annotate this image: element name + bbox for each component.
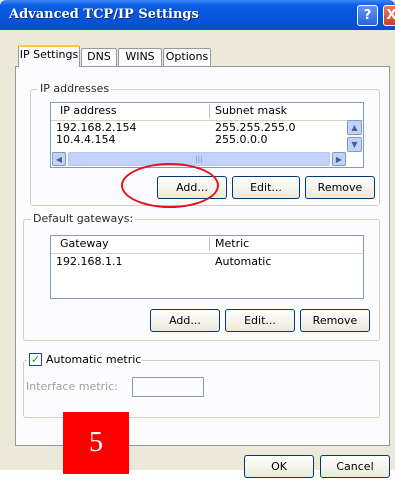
cancel-button[interactable]: Cancel xyxy=(320,455,390,478)
tab-label: IP Settings xyxy=(19,48,79,61)
automatic-metric-toggle[interactable]: ✓ Automatic metric xyxy=(27,353,141,367)
tab-wins[interactable]: WINS xyxy=(118,48,162,66)
gateway-add-button[interactable]: Add... xyxy=(150,309,220,332)
scroll-down-icon[interactable]: ▼ xyxy=(347,137,362,152)
gateway-column-header[interactable]: Gateway xyxy=(60,237,109,250)
automatic-metric-group: ✓ Automatic metric Interface metric: xyxy=(23,353,380,418)
button-label: Cancel xyxy=(336,460,374,473)
help-icon: ? xyxy=(363,8,372,23)
button-label: Add... xyxy=(169,314,201,327)
button-label: Add... xyxy=(176,181,208,194)
ok-button[interactable]: OK xyxy=(244,455,314,478)
tab-label: WINS xyxy=(125,50,155,63)
ip-address-column-header[interactable]: IP address xyxy=(60,104,117,117)
window-title: Advanced TCP/IP Settings xyxy=(9,7,199,22)
ip-addresses-group: IP addresses IP address Subnet mask 192.… xyxy=(30,82,380,206)
title-bar[interactable]: Advanced TCP/IP Settings ? X xyxy=(0,0,395,30)
scroll-up-icon[interactable]: ▲ xyxy=(347,120,362,135)
help-button[interactable]: ? xyxy=(357,5,378,26)
tab-ip-settings[interactable]: IP Settings xyxy=(18,45,80,67)
default-gateways-label: Default gateways: xyxy=(31,212,136,225)
ip-add-button[interactable]: Add... xyxy=(157,176,227,199)
tab-dns[interactable]: DNS xyxy=(81,48,117,66)
column-separator[interactable] xyxy=(209,104,210,118)
horizontal-scrollbar[interactable]: ◀ ||| ▶ xyxy=(52,152,346,166)
advanced-tcpip-dialog: Advanced TCP/IP Settings ? X IP Settings… xyxy=(0,0,395,478)
button-label: Remove xyxy=(312,314,358,327)
default-gateways-group: Default gateways: Gateway Metric 192.168… xyxy=(23,212,380,341)
automatic-metric-label: Automatic metric xyxy=(46,353,142,366)
tab-label: DNS xyxy=(87,50,111,63)
subnet-mask-column-header[interactable]: Subnet mask xyxy=(215,104,287,117)
button-label: Edit... xyxy=(250,181,282,194)
interface-metric-input[interactable] xyxy=(132,377,204,397)
metric-column-header[interactable]: Metric xyxy=(215,237,249,250)
scroll-thumb[interactable]: ||| xyxy=(68,152,330,166)
ip-remove-button[interactable]: Remove xyxy=(305,176,375,199)
ip-edit-button[interactable]: Edit... xyxy=(232,176,300,199)
subnet-mask-cell: 255.0.0.0 xyxy=(215,133,268,146)
close-button[interactable]: X xyxy=(383,5,395,26)
step-number: 5 xyxy=(89,427,103,458)
interface-metric-label: Interface metric: xyxy=(26,380,118,393)
gateway-list-header: Gateway Metric xyxy=(51,236,363,254)
button-label: OK xyxy=(271,460,287,473)
gateway-remove-button[interactable]: Remove xyxy=(300,309,370,332)
ip-address-cell: 10.4.4.154 xyxy=(56,133,116,146)
gateway-cell: 192.168.1.1 xyxy=(56,255,123,268)
tab-label: Options xyxy=(165,50,209,63)
button-label: Edit... xyxy=(244,314,276,327)
step-number-badge: 5 xyxy=(63,412,129,474)
gateway-list[interactable]: Gateway Metric 192.168.1.1 Automatic xyxy=(50,235,364,299)
gateway-edit-button[interactable]: Edit... xyxy=(225,309,295,332)
ip-list-header: IP address Subnet mask xyxy=(51,103,363,121)
tab-options[interactable]: Options xyxy=(163,48,211,66)
metric-cell: Automatic xyxy=(215,255,272,268)
ip-address-list[interactable]: IP address Subnet mask 192.168.2.154 255… xyxy=(50,102,364,168)
checkmark-icon: ✓ xyxy=(30,353,41,366)
scroll-left-icon[interactable]: ◀ xyxy=(52,152,66,166)
column-separator[interactable] xyxy=(209,237,210,251)
scroll-right-icon[interactable]: ▶ xyxy=(332,152,346,166)
ip-addresses-label: IP addresses xyxy=(38,82,112,95)
ip-settings-panel: IP addresses IP address Subnet mask 192.… xyxy=(15,66,390,446)
automatic-metric-checkbox[interactable]: ✓ xyxy=(29,353,42,366)
button-label: Remove xyxy=(317,181,363,194)
close-icon: X xyxy=(386,8,395,23)
